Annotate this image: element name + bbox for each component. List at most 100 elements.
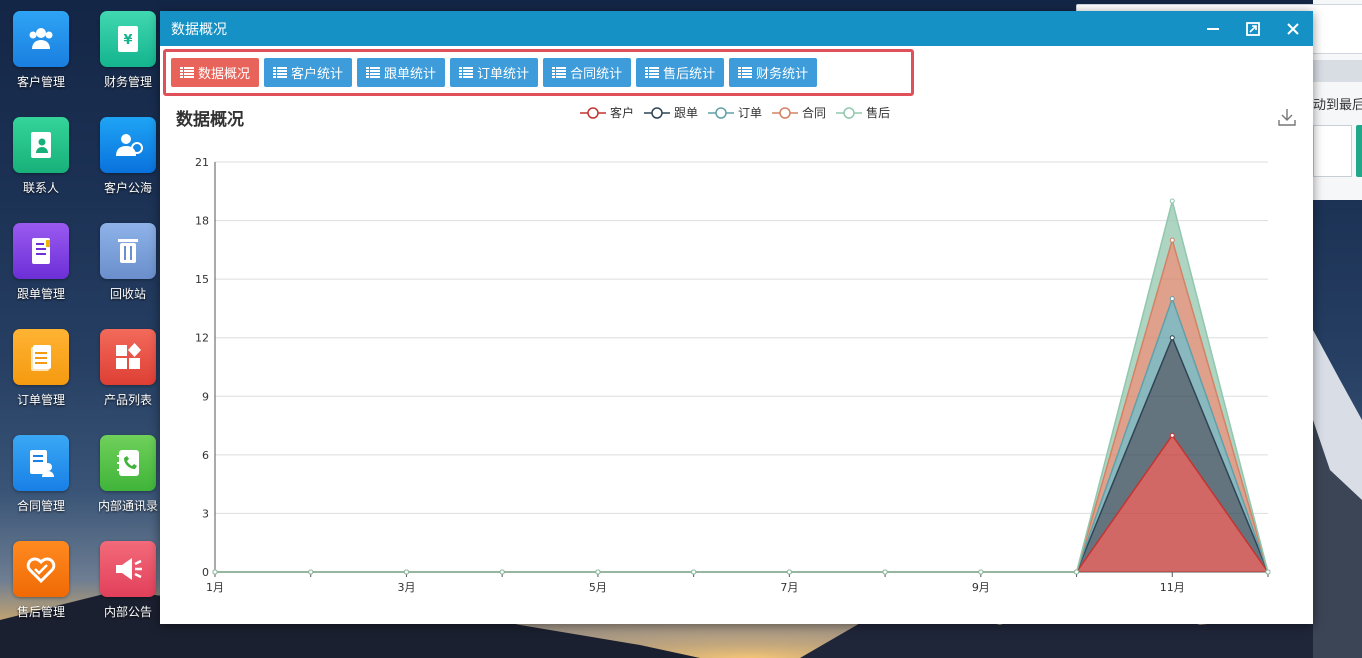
- data-point: [595, 569, 601, 575]
- data-point: [1265, 569, 1271, 575]
- desktop-icon-label: 财务管理: [103, 75, 152, 89]
- desktop-icon-label: 内部公告: [103, 605, 152, 619]
- desktop-icon-label: 联系人: [22, 181, 59, 195]
- window-title: 数据概况: [171, 21, 227, 38]
- legend-item[interactable]: 客户: [580, 104, 634, 121]
- followup-icon: [13, 223, 69, 279]
- legend-label: 售后: [866, 106, 891, 120]
- desktop-icon-label: 订单管理: [16, 393, 65, 407]
- tab-7[interactable]: 财务统计: [729, 58, 818, 87]
- desktop-icon-followup[interactable]: 跟单管理: [0, 223, 83, 302]
- list-icon: [738, 67, 753, 78]
- desktop-icon-label: 跟单管理: [16, 287, 65, 301]
- chart-legend: 客户 跟单 订单 合同 售后: [580, 104, 890, 121]
- legend-label: 合同: [802, 106, 827, 120]
- desktop-icon-contracts[interactable]: 合同管理: [0, 435, 83, 514]
- data-point: [403, 569, 409, 575]
- data-point: [1169, 432, 1175, 438]
- desktop-icon-aftersales[interactable]: 售后管理: [0, 541, 83, 620]
- desktop-icon-customer-pool[interactable]: 客户公海: [86, 117, 170, 196]
- background-text: 动到最后？: [1313, 98, 1362, 113]
- legend-label: 订单: [738, 106, 763, 120]
- list-icon: [180, 67, 194, 78]
- data-point: [978, 569, 984, 575]
- aftersales-icon: [13, 541, 69, 597]
- y-tick-label: 15: [195, 273, 209, 286]
- legend-item[interactable]: 跟单: [644, 104, 698, 121]
- tab-5[interactable]: 合同统计: [543, 58, 632, 87]
- data-point: [1074, 569, 1080, 575]
- desktop-icon-announcement[interactable]: 内部公告: [86, 541, 170, 620]
- y-tick-label: 21: [195, 156, 209, 169]
- desktop-icon-label: 回收站: [109, 287, 146, 301]
- maximize-button[interactable]: [1233, 11, 1273, 46]
- x-tick-label: 9月: [972, 581, 990, 594]
- desktop-icon-products[interactable]: 产品列表: [86, 329, 170, 408]
- close-button[interactable]: [1273, 11, 1313, 46]
- data-point: [1169, 296, 1175, 302]
- legend-marker: [836, 106, 863, 119]
- finance-icon: ¥: [100, 11, 156, 67]
- customers-icon: [13, 11, 69, 67]
- desktop-icon-recycle-bin[interactable]: 回收站: [86, 223, 170, 302]
- tab-6[interactable]: 售后统计: [636, 58, 725, 87]
- tab-label: 跟单统计: [384, 67, 437, 82]
- desktop: 动到最后？ 客户管理 ¥ 财务管理联系人 客户公海跟单管理 回收站订单管理 产品列表合同管…: [0, 0, 1362, 658]
- tab-2[interactable]: 客户统计: [264, 58, 353, 87]
- background-bar: [1313, 60, 1362, 82]
- svg-text:¥: ¥: [123, 33, 132, 48]
- minimize-button[interactable]: [1193, 11, 1233, 46]
- legend-marker: [708, 106, 735, 119]
- tab-label: 客户统计: [291, 67, 344, 82]
- contacts-icon: [13, 117, 69, 173]
- desktop-icon-label: 客户公海: [103, 181, 152, 195]
- x-tick-label: 1月: [206, 581, 224, 594]
- legend-marker: [772, 106, 799, 119]
- legend-item[interactable]: 合同: [772, 104, 826, 121]
- data-point: [1169, 335, 1175, 341]
- legend-label: 跟单: [674, 106, 699, 120]
- data-point: [786, 569, 792, 575]
- desktop-icon-orders[interactable]: 订单管理: [0, 329, 83, 408]
- download-icon[interactable]: [1278, 108, 1296, 126]
- data-point: [499, 569, 505, 575]
- data-point: [1169, 198, 1175, 204]
- chart-title: 数据概况: [176, 110, 244, 130]
- desktop-icon-label: 客户管理: [16, 75, 65, 89]
- minimize-icon: [1207, 27, 1219, 30]
- tab-1[interactable]: 数据概况: [171, 58, 260, 87]
- y-tick-label: 3: [202, 507, 209, 520]
- y-tick-label: 0: [202, 566, 209, 579]
- recycle-bin-icon: [100, 223, 156, 279]
- desktop-icon-finance[interactable]: ¥ 财务管理: [86, 11, 170, 90]
- stats-window: 数据概况 数据概况 客户统计 跟单统计 订单统计 合同统计 售后统计 财务统计 …: [160, 11, 1313, 624]
- data-point: [308, 569, 314, 575]
- legend-label: 客户: [610, 106, 635, 120]
- tab-label: 财务统计: [756, 67, 809, 82]
- desktop-icon-label: 合同管理: [16, 499, 65, 513]
- desktop-icon-label: 售后管理: [16, 605, 65, 619]
- tab-3[interactable]: 跟单统计: [357, 58, 446, 87]
- data-point: [212, 569, 218, 575]
- background-textarea: [1313, 125, 1352, 177]
- legend-marker: [580, 106, 606, 119]
- desktop-icon-label: 内部通讯录: [97, 499, 158, 513]
- data-point: [882, 569, 888, 575]
- x-tick-label: 11月: [1160, 581, 1185, 594]
- tab-4[interactable]: 订单统计: [450, 58, 539, 87]
- desktop-icon-customers[interactable]: 客户管理: [0, 11, 83, 90]
- x-tick-label: 7月: [780, 581, 798, 594]
- x-tick-label: 3月: [397, 581, 415, 594]
- desktop-icon-contacts[interactable]: 联系人: [0, 117, 83, 196]
- legend-marker: [644, 106, 671, 119]
- data-point: [691, 569, 697, 575]
- legend-item[interactable]: 售后: [836, 104, 890, 121]
- address-book-icon: [100, 435, 156, 491]
- desktop-icon-address-book[interactable]: 内部通讯录: [86, 435, 170, 514]
- list-icon: [273, 67, 288, 78]
- tab-label: 订单统计: [477, 67, 530, 82]
- window-titlebar[interactable]: 数据概况: [160, 11, 1313, 46]
- legend-item[interactable]: 订单: [708, 104, 762, 121]
- products-icon: [100, 329, 156, 385]
- list-icon: [645, 67, 660, 78]
